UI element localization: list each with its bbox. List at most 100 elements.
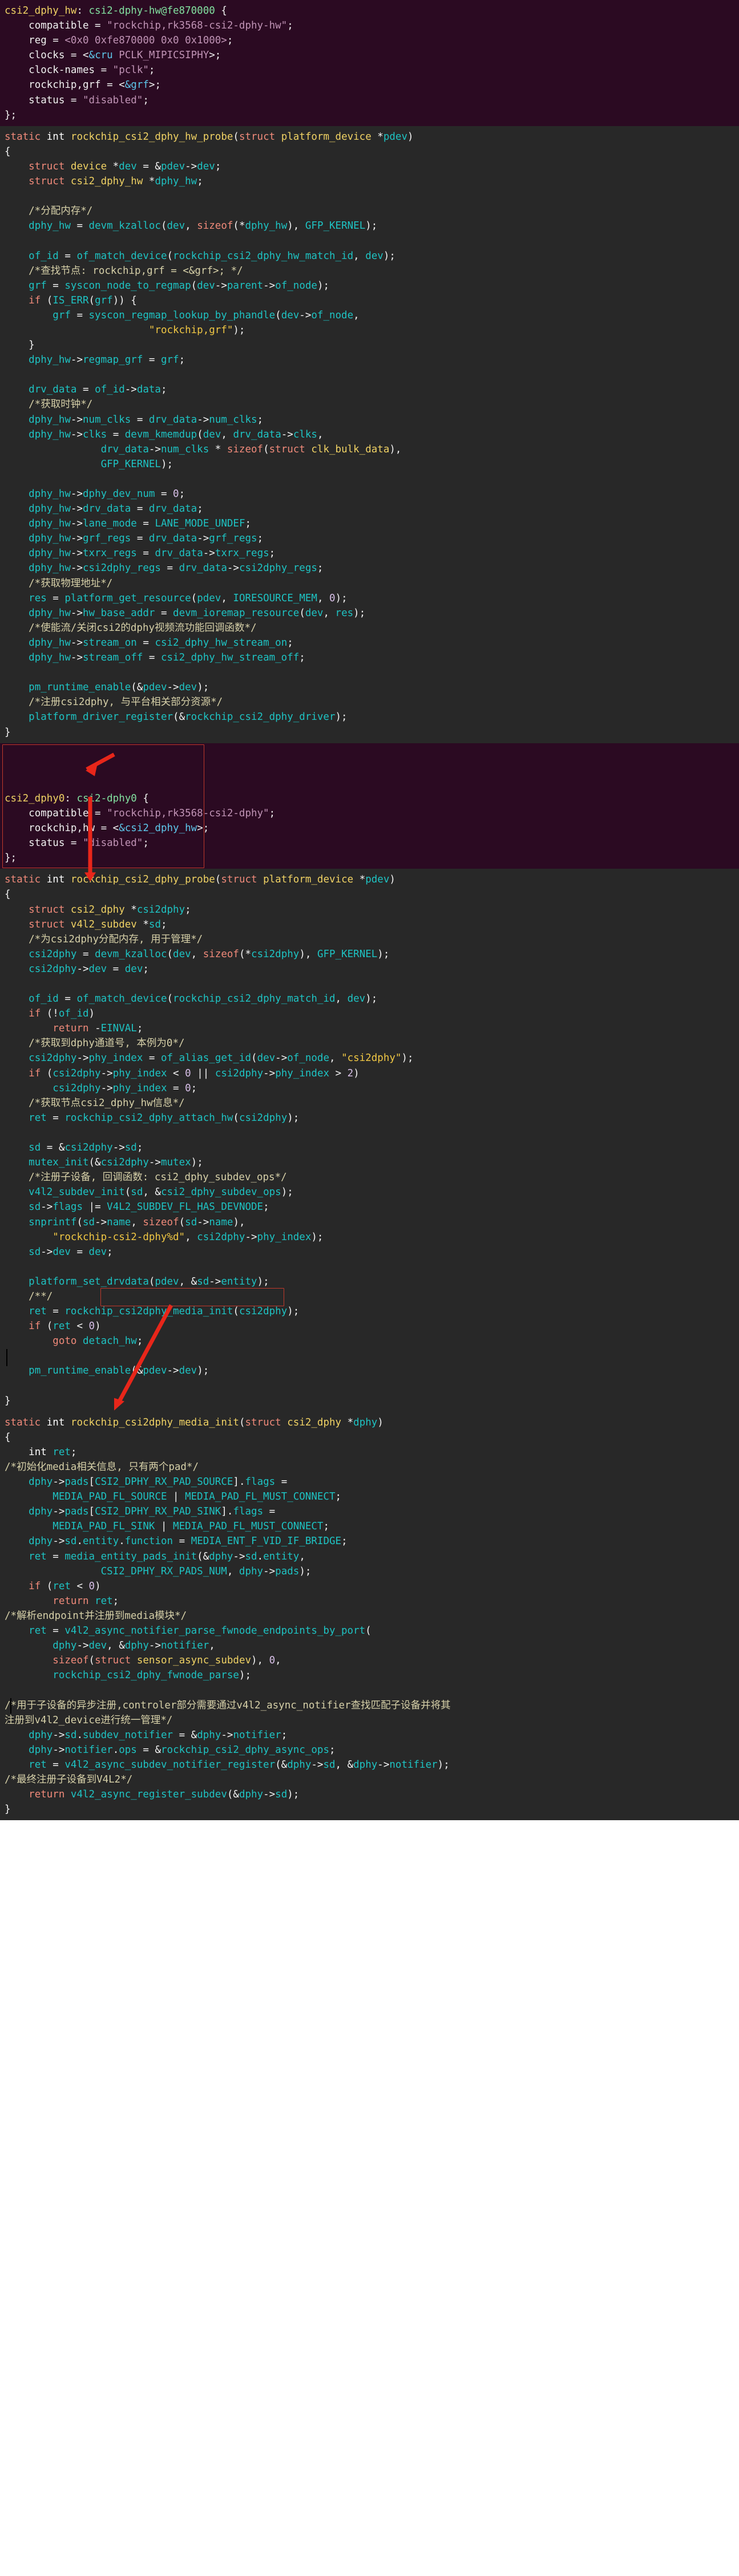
code-token: compatible [29, 807, 89, 819]
code-token: - [95, 1023, 101, 1035]
code-token: -> [70, 562, 83, 574]
code-line: "rockchip,grf"); [0, 323, 739, 338]
code-line: rockchip,hw = <&csi2_dphy_hw>; [0, 821, 739, 836]
code-block-c-hw-probe[interactable]: static int rockchip_csi2_dphy_hw_probe(s… [0, 125, 739, 743]
code-token: /*获取物理地址*/ [5, 577, 113, 589]
code-token: dev [124, 963, 143, 975]
code-token: int [46, 1416, 65, 1428]
code-token: if [29, 1067, 41, 1079]
code-block-dts-csi2-dphy-hw[interactable]: csi2_dphy_hw: csi2-dphy-hw@fe870000 { co… [0, 0, 739, 126]
code-token: * [124, 904, 137, 916]
code-token: dphy_hw [29, 414, 71, 426]
code-block-dts-csi2-dphy0[interactable]: csi2_dphy0: csi2-dphy0 { compatible = "r… [0, 743, 739, 869]
code-token: pm_runtime_enable [29, 1365, 131, 1377]
code-token: dphy_hw [29, 607, 71, 619]
code-token: (& [197, 1550, 209, 1562]
code-token: csi2dphy [64, 1142, 113, 1154]
code-token: /*使能流/关闭csi2的dphy视频流功能回调函数*/ [5, 622, 257, 634]
code-block-c-dphy-probe[interactable]: static int rockchip_csi2_dphy_probe(stru… [0, 869, 739, 1412]
code-token: , [323, 607, 336, 619]
code-token: sd [64, 1729, 77, 1741]
code-block-c-media-init[interactable]: static int rockchip_csi2dphy_media_init(… [0, 1411, 739, 1821]
code-token: MEDIA_PAD_FL_SINK [53, 1521, 155, 1533]
code-token: ret [53, 1580, 71, 1592]
code-token: -> [281, 428, 293, 440]
code-token: csi2_dphy [70, 904, 125, 916]
code-token: ; [112, 1595, 119, 1607]
code-token: ); [287, 1789, 300, 1801]
code-token: , [317, 428, 324, 440]
code-token: = [46, 1306, 65, 1318]
code-token: ) [407, 131, 414, 143]
code-token: = [46, 1625, 65, 1637]
code-line: /*获取物理地址*/ [0, 576, 739, 591]
code-token: sd [323, 1759, 336, 1771]
code-token: sd [29, 1142, 41, 1154]
code-token: -> [203, 548, 215, 560]
code-token: (* [239, 948, 252, 960]
code-line: of_id = of_match_device(rockchip_csi2_dp… [0, 249, 739, 264]
code-token: grf [160, 354, 179, 366]
code-token: dev [347, 993, 366, 1005]
code-token: = < [95, 823, 119, 835]
code-line: dphy_hw->dphy_dev_num = 0; [0, 487, 739, 501]
code-line: /*使能流/关闭csi2的dphy视频流功能回调函数*/ [0, 621, 739, 635]
code-token: } [5, 726, 11, 738]
code-token: -> [197, 414, 209, 426]
code-token: ; [143, 837, 149, 849]
code-line: clocks = <&cru PCLK_MIPICSIPHY>; [0, 48, 739, 63]
code-token: = [88, 20, 107, 32]
code-token: of_id [58, 1008, 89, 1020]
code-token: { [215, 5, 227, 17]
code-token: csi2dphy [215, 1067, 264, 1079]
code-line: /*查找节点: rockchip,grf = <&grf>; */ [0, 264, 739, 278]
code-line: sizeof(struct sensor_async_subdev), 0, [0, 1653, 739, 1668]
code-line: status = "disabled"; [0, 93, 739, 108]
code-token: ; [317, 562, 324, 574]
code-token: grf_regs [83, 533, 131, 545]
code-token: ; [245, 518, 252, 530]
code-line: /*用于子设备的异步注册,controler部分需要通过v4l2_async_n… [0, 1698, 739, 1713]
code-token: ; [160, 384, 167, 396]
code-token: -> [70, 652, 83, 664]
code-token: csi2dphy_regs [83, 562, 161, 574]
code-token: = [136, 518, 155, 530]
code-token: . [119, 1536, 125, 1548]
code-token: csi2dphy [29, 963, 77, 975]
code-token: ; [215, 160, 221, 172]
code-line: compatible = "rockchip,rk3568-csi2-dphy"… [0, 806, 739, 821]
code-line: dphy->sd.subdev_notifier = &dphy->notifi… [0, 1728, 739, 1743]
code-line: static int rockchip_csi2_dphy_hw_probe(s… [0, 129, 739, 144]
code-token: of_match_device [76, 250, 167, 262]
code-token: ; [263, 1201, 269, 1213]
code-token: regmap_grf [83, 354, 143, 366]
code-line: goto detach_hw; [0, 1334, 739, 1348]
code-token: of_alias_get_id [160, 1052, 252, 1064]
code-line: { [0, 144, 739, 159]
code-line: /*分配内存*/ [0, 204, 739, 218]
code-line: static int rockchip_csi2_dphy_probe(stru… [0, 872, 739, 887]
code-token: ; [329, 1744, 336, 1756]
code-token: int [46, 874, 65, 886]
code-token: data [136, 384, 161, 396]
code-line: }; [0, 108, 739, 123]
code-line: status = "disabled"; [0, 836, 739, 850]
